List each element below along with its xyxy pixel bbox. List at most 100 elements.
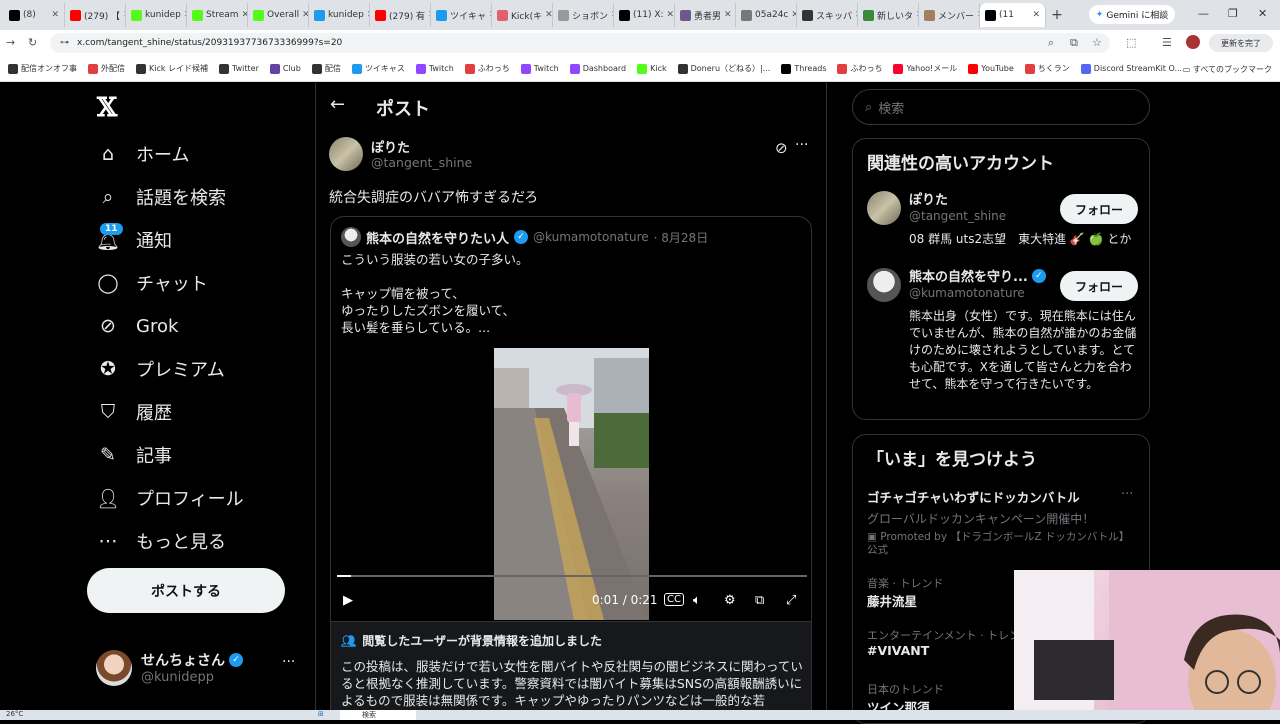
tab-close-icon[interactable]: ✕ bbox=[545, 10, 552, 20]
bookmark-item[interactable]: Twitter bbox=[219, 63, 259, 74]
account-switcher[interactable]: せんちょさん ✓ @kunidepp ··· bbox=[96, 648, 306, 688]
bookmark-favicon-icon bbox=[893, 63, 904, 74]
browser-tab[interactable]: ツイキャ✕ bbox=[431, 3, 492, 27]
quote-header: 熊本の自然を守りたい人 ✓ @kumamotonature · 8月28日 bbox=[341, 227, 708, 247]
grok-icon[interactable]: ⊘ bbox=[775, 139, 788, 157]
site-info-icon[interactable]: ⊶ bbox=[60, 38, 69, 48]
browser-tab[interactable]: (11 ✕ bbox=[980, 3, 1046, 27]
browser-tab[interactable]: (11) X: ✕ bbox=[614, 3, 675, 27]
x-logo-icon[interactable]: 𝕏 bbox=[97, 93, 117, 123]
star-icon[interactable]: ☆ bbox=[1092, 36, 1102, 49]
post-button[interactable]: ポストする bbox=[87, 568, 285, 613]
bookmark-item[interactable]: Threads bbox=[781, 63, 826, 74]
follow-button[interactable]: フォロー bbox=[1060, 194, 1138, 224]
reload-icon[interactable]: ↻ bbox=[28, 36, 37, 49]
bookmark-item[interactable]: 外配信 bbox=[88, 63, 125, 74]
community-note-body: この投稿は、服装だけで若い女性を闇バイトや反社関与の闇ビジネスに関わっていると根… bbox=[341, 659, 803, 708]
volume-icon[interactable]: 🔈︎ bbox=[693, 593, 701, 608]
bookmark-item[interactable]: ふわっち bbox=[837, 63, 882, 74]
nav-item-chat[interactable]: ◯ チャット bbox=[96, 267, 207, 299]
back-icon[interactable]: → bbox=[6, 36, 15, 49]
pip-icon[interactable]: ⧉ bbox=[755, 593, 764, 608]
author-handle[interactable]: @tangent_shine bbox=[371, 155, 472, 170]
suggested-account[interactable]: 熊本の自然を守り... ✓ @kumamotonature フォロー 熊本出身（… bbox=[867, 266, 1139, 406]
tab-close-icon[interactable]: ✕ bbox=[1032, 10, 1040, 20]
quoted-post[interactable]: 熊本の自然を守りたい人 ✓ @kumamotonature · 8月28日 こう… bbox=[330, 216, 812, 720]
bookmark-item[interactable]: Twitch bbox=[520, 63, 559, 74]
gemini-button[interactable]: ✦ Gemini に相談 bbox=[1089, 5, 1175, 24]
fullscreen-icon[interactable]: ⤢ bbox=[786, 593, 796, 608]
new-tab-button[interactable]: + bbox=[1046, 7, 1068, 23]
update-button[interactable]: 更新を完了 bbox=[1209, 34, 1273, 52]
video-progress-bar[interactable] bbox=[337, 575, 807, 577]
more-icon[interactable]: ··· bbox=[795, 137, 808, 153]
trend-item[interactable]: ゴチャゴチャいわずにドッカンバトル グローバルドッカンキャンペーン開催中！ ▣ … bbox=[867, 487, 1137, 557]
bookmark-item[interactable]: YouTube bbox=[968, 63, 1014, 74]
follow-button[interactable]: フォロー bbox=[1060, 271, 1138, 301]
browser-tab[interactable]: 新しいタ✕ bbox=[858, 3, 919, 27]
trend-more-icon[interactable]: ··· bbox=[1121, 487, 1133, 502]
bookmark-item[interactable]: Yahoo!メール bbox=[893, 63, 957, 74]
bookmark-item[interactable]: Twitch bbox=[415, 63, 454, 74]
suggested-bio: 熊本出身（女性）です。現在熊本には住んでいませんが、熊本の自然が誰かのお金儲けの… bbox=[909, 309, 1137, 391]
browser-tab[interactable]: (279) 【✕ bbox=[65, 3, 126, 27]
nav-item-article[interactable]: ✎ 記事 bbox=[96, 439, 172, 471]
nav-item-more[interactable]: ⋯ もっと見る bbox=[96, 525, 227, 557]
bookmark-item[interactable]: 配信オンオフ事 bbox=[8, 63, 77, 74]
close-window-icon[interactable]: ✕ bbox=[1258, 7, 1267, 20]
captions-icon[interactable]: CC bbox=[664, 593, 684, 606]
install-icon[interactable]: ⧉ bbox=[1070, 36, 1078, 50]
play-icon[interactable]: ▶ bbox=[343, 593, 353, 608]
browser-tab[interactable]: ショボン✕ bbox=[553, 3, 614, 27]
zoom-icon[interactable]: ⌕ bbox=[1048, 36, 1054, 50]
browser-tab[interactable]: Kick(キ ✕ bbox=[492, 3, 553, 27]
browser-tab[interactable]: kunidep✕ bbox=[126, 3, 187, 27]
browser-tab[interactable]: (279) 有✕ bbox=[370, 3, 431, 27]
nav-item-search[interactable]: ⌕ 話題を検索 bbox=[96, 181, 226, 213]
tab-close-icon[interactable]: ✕ bbox=[302, 10, 308, 20]
bookmark-item[interactable]: Kick bbox=[637, 63, 667, 74]
bookmark-item[interactable]: ツイキャス bbox=[351, 63, 405, 74]
browser-tab[interactable]: 勇者男 ✕ bbox=[675, 3, 736, 27]
address-bar[interactable]: ⊶ x.com/tangent_shine/status/20931937736… bbox=[50, 33, 1110, 53]
tab-close-icon[interactable]: ✕ bbox=[667, 10, 674, 20]
browser-tab[interactable]: (8) ✕ bbox=[4, 3, 65, 27]
suggested-account[interactable]: ぽりた @tangent_shine フォロー 08 群馬 uts2志望 東大特… bbox=[867, 189, 1139, 255]
settings-icon[interactable]: ⚙ bbox=[724, 593, 736, 608]
bookmark-item[interactable]: Club bbox=[269, 63, 301, 74]
bookmark-item[interactable]: Kick レイド候補 bbox=[136, 63, 208, 74]
browser-tab[interactable]: メンバー✕ bbox=[919, 3, 980, 27]
bookmark-item[interactable]: ちくラン bbox=[1024, 63, 1070, 74]
nav-item-grok[interactable]: ⊘ Grok bbox=[96, 310, 178, 342]
video-player[interactable]: ▶ 0:01 / 0:21 CC 🔈︎ ⚙ ⧉ ⤢ bbox=[331, 348, 811, 620]
browser-tab[interactable]: Stream✕ bbox=[187, 3, 248, 27]
nav-item-home[interactable]: ⌂ ホーム bbox=[96, 138, 190, 170]
browser-tab[interactable]: Overall ✕ bbox=[248, 3, 309, 27]
bookmark-item[interactable]: Dashboard bbox=[569, 63, 626, 74]
bookmark-item[interactable]: ふわっち bbox=[464, 63, 510, 74]
browser-tab[interactable]: スキッパ✕ bbox=[797, 3, 858, 27]
taskbar-search[interactable]: 検索 bbox=[340, 710, 416, 720]
back-arrow-icon[interactable]: ← bbox=[330, 94, 345, 115]
nav-item-profile[interactable]: 👤︎ プロフィール bbox=[96, 482, 244, 514]
browser-tab[interactable]: kunidep✕ bbox=[309, 3, 370, 27]
author-avatar[interactable] bbox=[329, 137, 363, 171]
bookmark-item[interactable]: 配信 bbox=[311, 63, 341, 74]
extensions-icon[interactable]: ⬚ bbox=[1126, 36, 1136, 49]
profile-avatar-icon[interactable] bbox=[1186, 35, 1200, 49]
start-icon[interactable]: ⊞ bbox=[318, 710, 324, 718]
nav-item-premium[interactable]: ✪ プレミアム bbox=[96, 353, 225, 385]
all-bookmarks-button[interactable]: ▭ すべてのブックマーク bbox=[1182, 64, 1272, 75]
more-options-icon[interactable]: ··· bbox=[282, 654, 295, 670]
tab-close-icon[interactable]: ✕ bbox=[51, 10, 59, 20]
maximize-icon[interactable]: ❐ bbox=[1228, 7, 1238, 20]
bookmark-item[interactable]: Discord StreamKit O... bbox=[1080, 63, 1182, 74]
browser-tab[interactable]: 05a24c✕ bbox=[736, 3, 797, 27]
nav-item-bookmark[interactable]: ⛉ 履歴 bbox=[96, 396, 172, 428]
tab-search-icon[interactable]: ☰ bbox=[1162, 36, 1172, 49]
search-input[interactable]: ⌕ 検索 bbox=[852, 89, 1150, 125]
minimize-icon[interactable]: — bbox=[1198, 7, 1209, 20]
bookmark-item[interactable]: Doneru（どねる）|... bbox=[677, 63, 770, 74]
author-name[interactable]: ぽりた bbox=[371, 137, 410, 156]
tab-close-icon[interactable]: ✕ bbox=[724, 10, 732, 20]
